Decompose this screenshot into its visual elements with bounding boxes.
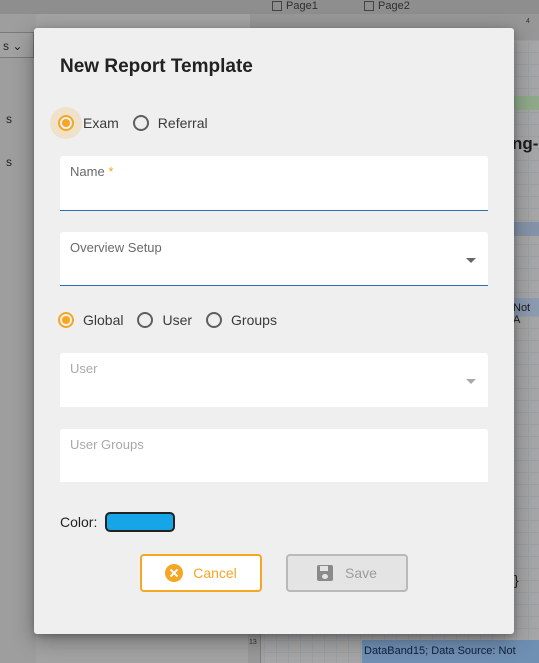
scope-radio-group: Global User Groups	[58, 312, 291, 328]
radio-checked-icon	[58, 312, 74, 328]
radio-groups[interactable]: Groups	[206, 312, 277, 328]
background-band-text: Not A	[513, 302, 531, 326]
background-band-text: ng-	[512, 134, 539, 153]
radio-label: Exam	[83, 115, 119, 131]
radio-label: Referral	[157, 115, 208, 131]
user-groups-select[interactable]: User Groups	[60, 429, 488, 482]
ruler-number: 4	[526, 18, 530, 25]
radio-exam[interactable]: Exam	[58, 115, 119, 131]
radio-unchecked-icon	[132, 115, 149, 131]
dropdown-arrow-icon	[466, 258, 476, 263]
radio-unchecked-icon	[137, 312, 154, 328]
user-field-label: User	[70, 361, 98, 376]
tab-page2[interactable]: Page2	[364, 0, 410, 14]
background-left-item: s	[6, 155, 12, 169]
background-footer-band: DataBand15; Data Source: Not	[362, 640, 539, 663]
floppy-disk-icon	[317, 565, 334, 581]
user-groups-field-label: User Groups	[70, 437, 144, 452]
report-type-radio-group: Exam Referral	[58, 115, 222, 131]
background-left-item: s	[6, 112, 12, 126]
radio-referral[interactable]: Referral	[132, 115, 208, 131]
radio-global[interactable]: Global	[58, 312, 123, 328]
save-button[interactable]: Save	[286, 554, 408, 592]
ruler-number: 13	[249, 639, 257, 646]
close-circle-icon	[165, 564, 184, 582]
overview-setup-label: Overview Setup	[70, 240, 162, 255]
background-topbar	[0, 0, 539, 15]
radio-user[interactable]: User	[137, 312, 192, 328]
color-label: Color:	[60, 514, 98, 530]
name-field-label: Name *	[70, 164, 114, 179]
color-picker-swatch[interactable]	[105, 512, 176, 532]
radio-label: Groups	[231, 312, 277, 328]
required-marker: *	[108, 164, 114, 179]
save-button-label: Save	[345, 565, 377, 581]
radio-label: Global	[83, 312, 124, 328]
radio-label: User	[162, 312, 193, 328]
cancel-button-label: Cancel	[193, 565, 237, 581]
dialog-title: New Report Template	[60, 56, 253, 77]
dropdown-arrow-icon	[466, 379, 476, 384]
background-band-text: }	[514, 572, 519, 588]
background-left-select[interactable]: s ⌄	[0, 32, 34, 58]
overview-setup-select[interactable]: Overview Setup	[60, 232, 488, 286]
user-select[interactable]: User	[60, 353, 488, 407]
name-field[interactable]: Name *	[60, 156, 488, 211]
cancel-button[interactable]: Cancel	[140, 554, 262, 592]
radio-unchecked-icon	[206, 312, 223, 328]
color-row: Color:	[60, 512, 176, 532]
radio-checked-icon	[58, 115, 74, 131]
new-report-template-dialog: New Report Template Exam Referral Name *…	[34, 28, 514, 634]
